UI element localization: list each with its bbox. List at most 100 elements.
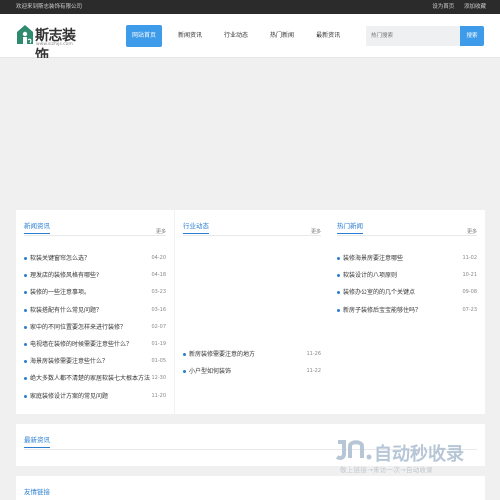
search-box: 搜索 bbox=[366, 26, 484, 46]
item-title: 新房子装修后宝宝能够住吗？ bbox=[343, 306, 422, 314]
item-date: 12-30 bbox=[151, 375, 166, 382]
item-date: 11-20 bbox=[151, 392, 166, 399]
list-item[interactable]: 软装设计的八项原则 10-21 bbox=[337, 267, 477, 284]
search-button[interactable]: 搜索 bbox=[460, 26, 484, 46]
item-date: 11-26 bbox=[306, 351, 321, 357]
bullet-icon bbox=[24, 257, 27, 260]
hot-news-panel: 热门新闻 更多 装修海景房要注意哪些 11-02 软装设计的八项原则 10-21 装… bbox=[329, 210, 485, 414]
item-title: 电视墙在装修的时候需要注意些什么？ bbox=[30, 340, 133, 348]
nav-item-hot[interactable]: 热门新闻 bbox=[264, 25, 300, 47]
item-title: 家庭装修设计方案的常见问题 bbox=[30, 392, 109, 400]
list-item[interactable]: 新房装修需要注意的地方 11-26 bbox=[183, 346, 321, 363]
item-date: 07-23 bbox=[462, 306, 477, 313]
item-title: 新房装修需要注意的地方 bbox=[189, 351, 256, 358]
panel-title: 热门新闻 bbox=[337, 220, 363, 234]
search-input[interactable] bbox=[366, 26, 460, 46]
welcome-text: 欢迎来到斯志装饰有限公司 bbox=[16, 4, 83, 10]
bullet-icon bbox=[24, 342, 27, 346]
item-title: 装修办公室的的几个关键点 bbox=[343, 289, 416, 297]
item-date: 01-19 bbox=[151, 340, 166, 347]
item-title: 绝大多数人都不清楚的家居软装七大根本方法 bbox=[30, 375, 151, 383]
list-item[interactable]: 新房子装修后宝宝能够住吗？ 07-23 bbox=[337, 302, 477, 319]
more-link[interactable]: 更多 bbox=[467, 228, 477, 235]
item-title: 软装设计的八项原则 bbox=[343, 272, 398, 280]
watermark: 自动秒收录 敬上链接→来访一次→自动收录 bbox=[334, 440, 484, 480]
house-logo-icon bbox=[17, 25, 33, 44]
site-header: 斯志装饰 www.sizhijs.com 网站首页 新闻资讯 行业动态 热门新闻… bbox=[0, 14, 500, 64]
divider bbox=[183, 235, 321, 236]
nav-item-home[interactable]: 网站首页 bbox=[126, 25, 163, 47]
add-favorite-link[interactable]: 添加收藏 bbox=[464, 4, 486, 10]
item-date: 04-20 bbox=[151, 255, 166, 261]
set-home-link[interactable]: 设为首页 bbox=[432, 4, 454, 10]
bullet-icon bbox=[337, 308, 340, 312]
item-date: 01-05 bbox=[151, 358, 166, 365]
item-date: 09-08 bbox=[462, 289, 477, 296]
list-item[interactable]: 电视墙在装修的时候需要注意些什么？ 01-19 bbox=[24, 336, 166, 353]
bullet-icon bbox=[24, 325, 27, 329]
industry-list: 新房装修需要注意的地方 11-26 小户型如何装饰 11-22 bbox=[183, 346, 321, 380]
item-title: 小户型如何装饰 bbox=[189, 368, 232, 376]
item-title: 家中的不同位置要怎样来进行装修？ bbox=[30, 323, 127, 331]
panel-header: 热门新闻 更多 bbox=[337, 220, 477, 236]
bullet-icon bbox=[24, 394, 27, 398]
list-item[interactable]: 装修的一些注意事项。 03-23 bbox=[24, 284, 166, 301]
list-item[interactable]: 海景房装修需要注意些什么？ 01-05 bbox=[24, 353, 166, 370]
list-item[interactable]: 家庭装修设计方案的常见问题 11-20 bbox=[24, 388, 166, 405]
hot-news-list: 装修海景房要注意哪些 11-02 软装设计的八项原则 10-21 装修办公室的的几个… bbox=[337, 250, 477, 319]
item-title: 装修的一些注意事项。 bbox=[30, 289, 91, 297]
list-item[interactable]: 软装搭配有什么常见问题？ 03-16 bbox=[24, 302, 166, 319]
list-item[interactable]: 家中的不同位置要怎样来进行装修？ 02-07 bbox=[24, 319, 166, 336]
site-logo[interactable]: 斯志装饰 www.sizhijs.com bbox=[16, 24, 88, 64]
divider bbox=[337, 235, 477, 236]
nav-item-news[interactable]: 新闻资讯 bbox=[172, 25, 208, 47]
top-bar: 欢迎来到斯志装饰有限公司 设为首页 添加收藏 bbox=[0, 0, 500, 14]
divider bbox=[24, 235, 166, 236]
panel-header: 新闻资讯 更多 bbox=[24, 220, 166, 236]
list-item[interactable]: 小户型如何装饰 11-22 bbox=[183, 363, 321, 380]
bullet-icon bbox=[183, 353, 186, 356]
item-date: 04-18 bbox=[151, 272, 166, 279]
item-title: 软装关键窗帘怎么选？ bbox=[30, 255, 91, 262]
top-links: 设为首页 添加收藏 bbox=[424, 2, 486, 10]
nav-item-latest[interactable]: 最新资讯 bbox=[310, 25, 346, 47]
watermark-sub: 敬上链接→来访一次→自动收录 bbox=[340, 466, 434, 474]
jn-logo-icon bbox=[335, 440, 372, 460]
bullet-icon bbox=[337, 291, 340, 295]
item-title: 理发店的装修风格有哪些? bbox=[30, 272, 100, 280]
panel-title: 新闻资讯 bbox=[24, 220, 50, 234]
item-date: 11-22 bbox=[306, 368, 321, 375]
main-nav: 网站首页 新闻资讯 行业动态 热门新闻 最新资讯 bbox=[126, 25, 356, 47]
item-title: 装修海景房要注意哪些 bbox=[343, 255, 404, 262]
more-link[interactable]: 更多 bbox=[156, 228, 166, 235]
section-title: 最新资讯 bbox=[24, 434, 50, 448]
nav-item-industry[interactable]: 行业动态 bbox=[218, 25, 254, 47]
item-title: 海景房装修需要注意些什么？ bbox=[30, 358, 109, 366]
panel-title: 行业动态 bbox=[183, 220, 209, 234]
list-item[interactable]: 装修海景房要注意哪些 11-02 bbox=[337, 250, 477, 267]
bullet-icon bbox=[24, 291, 27, 295]
item-date: 10-21 bbox=[462, 272, 477, 279]
list-item[interactable]: 软装关键窗帘怎么选？ 04-20 bbox=[24, 250, 166, 267]
banner-area bbox=[0, 58, 500, 208]
item-title: 软装搭配有什么常见问题？ bbox=[30, 306, 103, 314]
item-date: 03-16 bbox=[151, 306, 166, 313]
list-item[interactable]: 装修办公室的的几个关键点 09-08 bbox=[337, 284, 477, 301]
brand-url: www.sizhijs.com bbox=[36, 42, 73, 47]
bullet-icon bbox=[24, 274, 27, 278]
watermark-main: 自动秒收录 bbox=[374, 444, 464, 465]
item-date: 02-07 bbox=[151, 323, 166, 330]
list-item[interactable]: 理发店的装修风格有哪些? 04-18 bbox=[24, 267, 166, 284]
bullet-icon bbox=[24, 308, 27, 312]
panel-header: 行业动态 更多 bbox=[183, 220, 321, 236]
item-date: 03-23 bbox=[151, 289, 166, 296]
list-item[interactable]: 绝大多数人都不清楚的家居软装七大根本方法 12-30 bbox=[24, 370, 166, 387]
bullet-icon bbox=[24, 360, 27, 364]
industry-panel: 行业动态 更多 新房装修需要注意的地方 11-26 小户型如何装饰 11-22 bbox=[175, 210, 329, 414]
news-list: 软装关键窗帘怎么选？ 04-20 理发店的装修风格有哪些? 04-18 装修的一些注… bbox=[24, 250, 166, 405]
item-date: 11-02 bbox=[462, 255, 477, 261]
bullet-icon bbox=[24, 377, 27, 381]
bullet-icon bbox=[337, 274, 340, 278]
more-link[interactable]: 更多 bbox=[311, 228, 321, 235]
bullet-icon bbox=[337, 257, 340, 260]
